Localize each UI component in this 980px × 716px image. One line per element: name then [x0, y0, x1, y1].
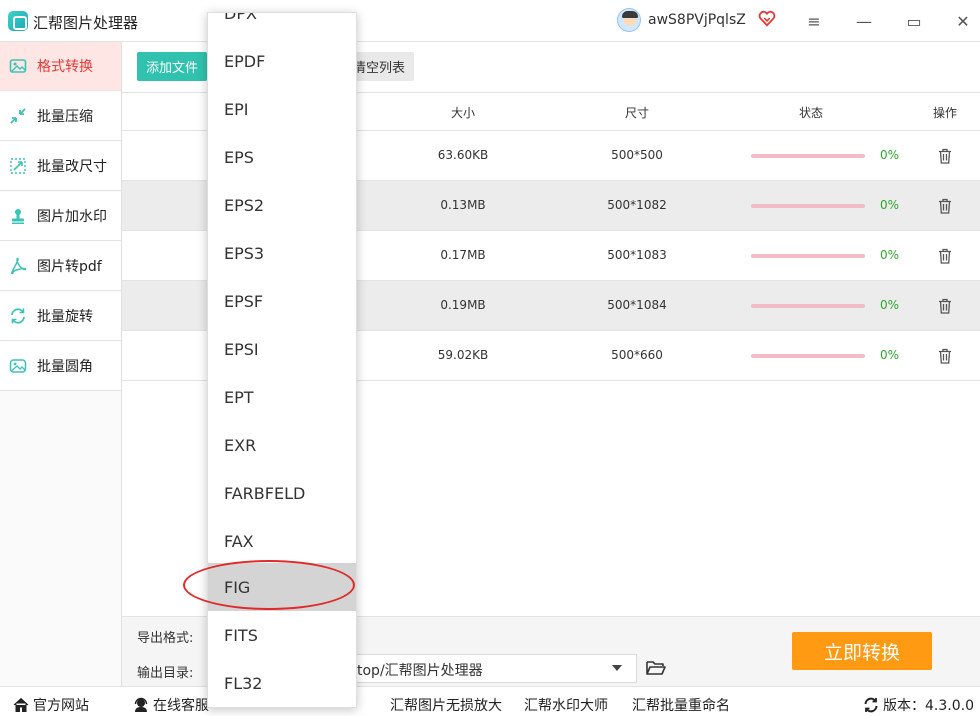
format-option[interactable]: EPSF: [208, 277, 356, 325]
header-dimensions: 尺寸: [624, 106, 650, 120]
progress-percent: 0%: [880, 348, 900, 362]
progress-percent: 0%: [880, 148, 900, 162]
trash-icon[interactable]: [938, 248, 952, 264]
sidebar-item-label: 批量改尺寸: [37, 159, 107, 175]
file-dimensions: 500*660: [611, 348, 663, 362]
watermark-icon: [8, 206, 28, 226]
footer-link-watermark[interactable]: 汇帮水印大师: [524, 695, 608, 715]
format-option[interactable]: EXR: [208, 421, 356, 469]
minimize-icon[interactable]: —: [851, 8, 877, 34]
format-option[interactable]: EPS3: [208, 229, 356, 277]
version-info[interactable]: 版本：4.3.0.0: [863, 695, 974, 715]
title-bar: 汇帮图片处理器 awS8PVjPqlsZ ≡ — ▭ ✕: [0, 0, 980, 42]
trash-icon[interactable]: [938, 198, 952, 214]
add-file-button[interactable]: 添加文件: [137, 52, 207, 81]
file-size: 0.17MB: [440, 248, 486, 262]
username[interactable]: awS8PVjPqlsZ: [648, 12, 746, 28]
folder-open-icon[interactable]: [646, 660, 666, 676]
chevron-down-icon[interactable]: [612, 665, 622, 671]
close-icon[interactable]: ✕: [950, 8, 976, 34]
sidebar-item-rotate[interactable]: 批量旋转: [0, 292, 121, 341]
format-option[interactable]: FAX: [208, 517, 356, 565]
annotation-ellipse: [183, 560, 355, 610]
convert-now-button[interactable]: 立即转换: [792, 632, 932, 670]
format-option[interactable]: DPX: [208, 13, 356, 37]
header-action: 操作: [932, 106, 958, 120]
footer-link-rename[interactable]: 汇帮批量重命名: [632, 695, 730, 715]
file-size: 59.02KB: [437, 348, 489, 362]
sidebar-item-format-convert[interactable]: 格式转换: [0, 42, 121, 91]
progress-percent: 0%: [880, 248, 900, 262]
format-option[interactable]: EPT: [208, 373, 356, 421]
sidebar-item-label: 图片转pdf: [37, 259, 102, 275]
file-size: 63.60KB: [437, 148, 489, 162]
output-dir-select[interactable]: top/汇帮图片处理器: [348, 654, 637, 683]
progress-bar: [751, 254, 865, 258]
progress-bar: [751, 154, 865, 158]
sidebar-item-label: 批量圆角: [37, 359, 93, 375]
footer-bar: 官方网站 在线客服 汇帮图片无损放大 汇帮水印大师 汇帮批量重命名 版本：4.3…: [0, 686, 980, 716]
progress-bar: [751, 204, 865, 208]
header-status: 状态: [798, 106, 824, 120]
home-icon: [13, 697, 29, 712]
sidebar-item-label: 格式转换: [37, 59, 93, 75]
trash-icon[interactable]: [938, 298, 952, 314]
footer-link-upscale[interactable]: 汇帮图片无损放大: [390, 695, 502, 715]
compress-icon: [8, 106, 28, 126]
file-dimensions: 500*1084: [607, 298, 667, 312]
resize-icon: [8, 156, 28, 176]
pdf-icon: [8, 256, 28, 276]
format-option[interactable]: FITS: [208, 611, 356, 659]
output-dir-label: 输出目录:: [137, 666, 194, 681]
rotate-icon: [8, 306, 28, 326]
sidebar-item-round-corner[interactable]: 批量圆角: [0, 342, 121, 391]
format-option[interactable]: FARBFELD: [208, 469, 356, 517]
file-dimensions: 500*500: [611, 148, 663, 162]
file-size: 0.19MB: [440, 298, 486, 312]
sidebar: 格式转换 批量压缩 批量改尺寸 图片加水印 图片转pdf 批量旋转 批量圆角: [0, 42, 122, 686]
footer-label: 在线客服: [153, 698, 209, 714]
sidebar-item-label: 批量压缩: [37, 109, 93, 125]
refresh-icon: [864, 697, 878, 713]
round-corner-icon: [8, 356, 28, 376]
format-option[interactable]: EPDF: [208, 37, 356, 85]
file-dimensions: 500*1083: [607, 248, 667, 262]
file-size: 0.13MB: [440, 198, 486, 212]
sidebar-item-compress[interactable]: 批量压缩: [0, 92, 121, 141]
version-label: 版本：4.3.0.0: [883, 698, 974, 714]
user-avatar[interactable]: [617, 8, 641, 32]
sidebar-item-image-to-pdf[interactable]: 图片转pdf: [0, 242, 121, 291]
header-size: 大小: [450, 106, 476, 120]
sidebar-item-resize[interactable]: 批量改尺寸: [0, 142, 121, 191]
menu-icon[interactable]: ≡: [801, 8, 827, 34]
format-option[interactable]: EPI: [208, 85, 356, 133]
sidebar-item-label: 图片加水印: [37, 209, 107, 225]
footer-label: 官方网站: [33, 698, 89, 714]
maximize-icon[interactable]: ▭: [901, 8, 927, 34]
format-option[interactable]: EPS2: [208, 181, 356, 229]
headset-icon: [134, 697, 148, 712]
progress-percent: 0%: [880, 198, 900, 212]
format-option[interactable]: EPSI: [208, 325, 356, 373]
progress-percent: 0%: [880, 298, 900, 312]
online-support-link[interactable]: 在线客服: [133, 695, 209, 715]
image-convert-icon: [8, 56, 28, 76]
progress-bar: [751, 304, 865, 308]
trash-icon[interactable]: [938, 148, 952, 164]
sidebar-item-label: 批量旋转: [37, 309, 93, 325]
export-format-label: 导出格式:: [137, 631, 194, 646]
app-title: 汇帮图片处理器: [33, 14, 139, 32]
trash-icon[interactable]: [938, 348, 952, 364]
progress-bar: [751, 354, 865, 358]
sidebar-item-watermark[interactable]: 图片加水印: [0, 192, 121, 241]
vip-heart-icon[interactable]: [758, 10, 776, 28]
format-option[interactable]: FL32: [208, 659, 356, 707]
file-dimensions: 500*1082: [607, 198, 667, 212]
official-website-link[interactable]: 官方网站: [13, 695, 89, 715]
app-logo-icon: [8, 11, 28, 31]
format-option[interactable]: EPS: [208, 133, 356, 181]
